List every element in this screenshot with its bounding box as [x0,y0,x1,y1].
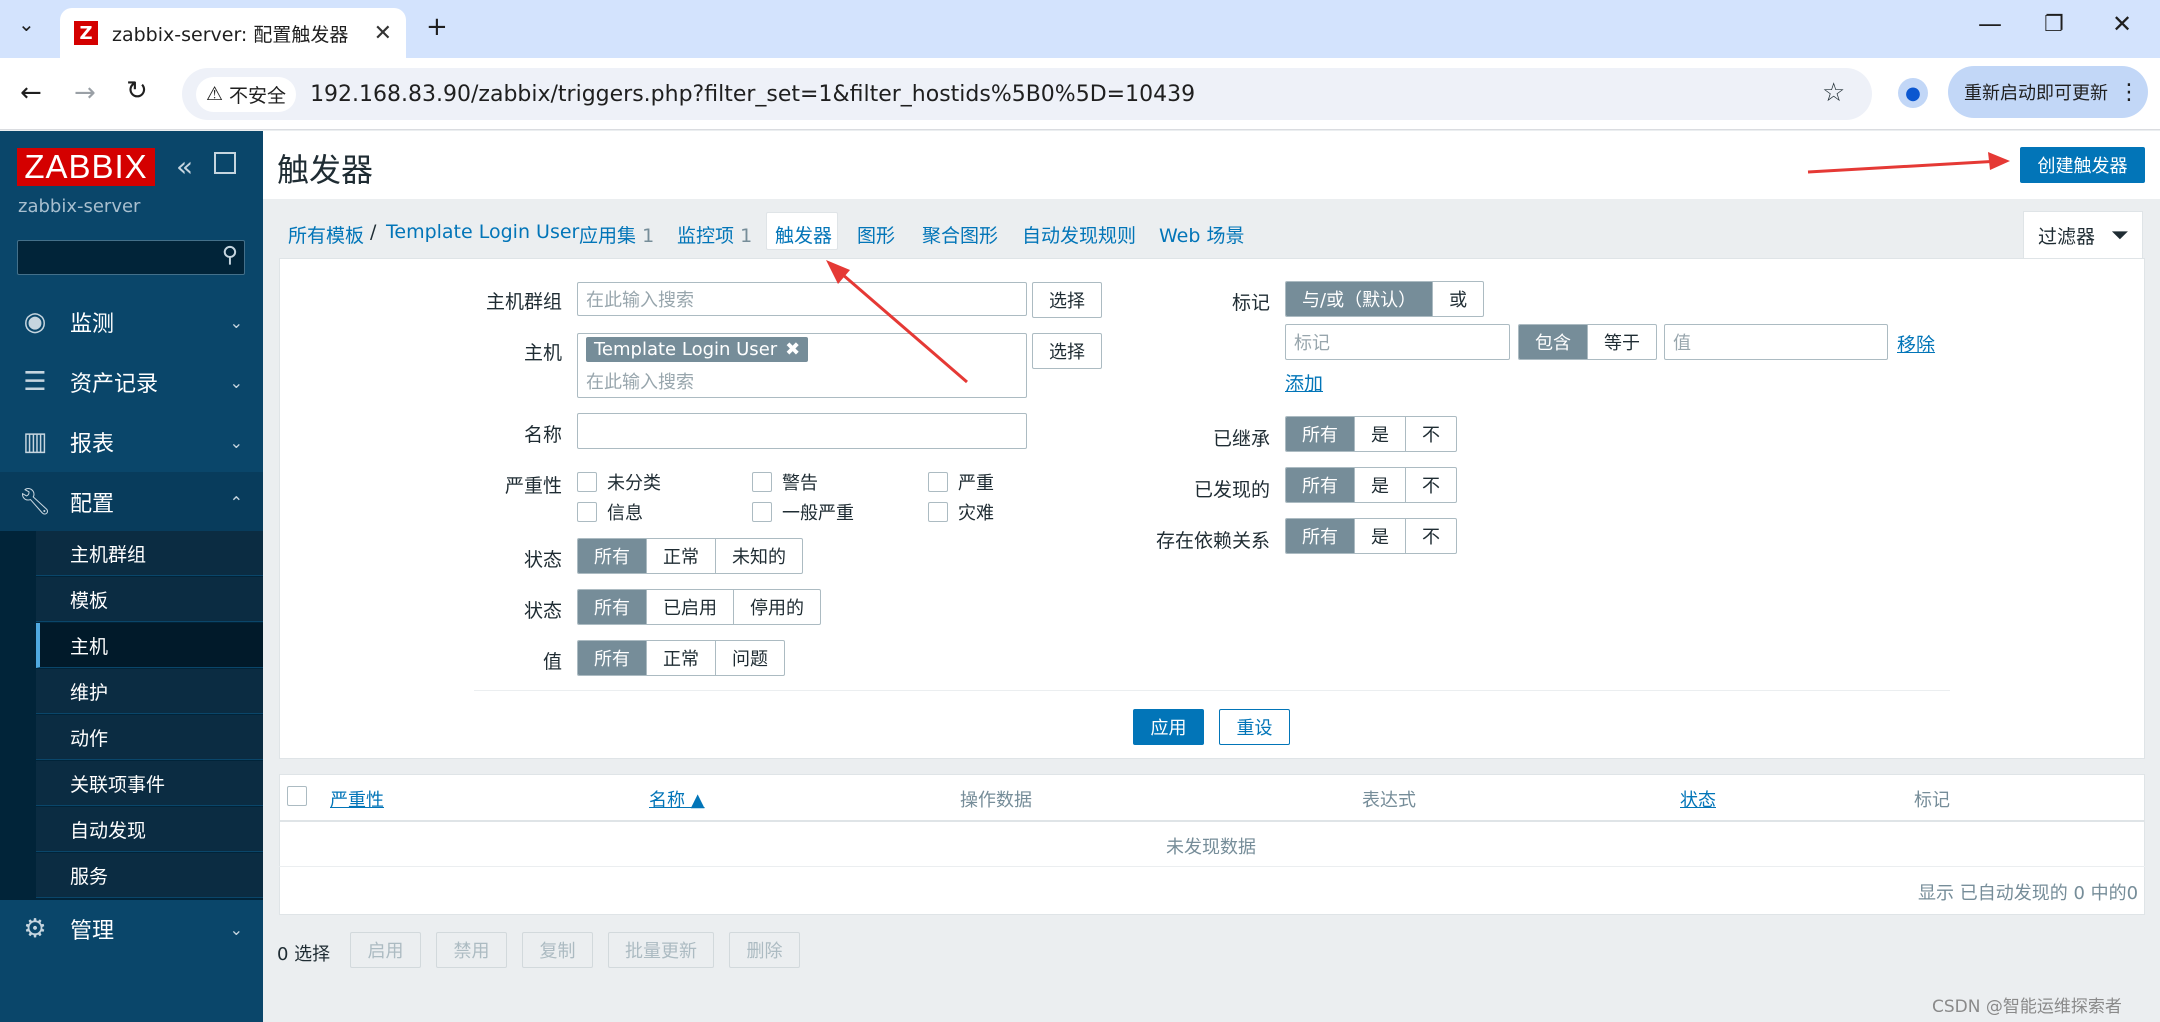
arrow-head-create [1988,152,2010,170]
arrow-head-triggers [826,260,850,284]
watermark: CSDN @智能运维探索者 [1932,997,2122,1017]
arrow-to-triggers-tab [834,266,968,384]
arrow-to-create-button [1807,159,2001,174]
annotation-arrows [826,152,2010,384]
